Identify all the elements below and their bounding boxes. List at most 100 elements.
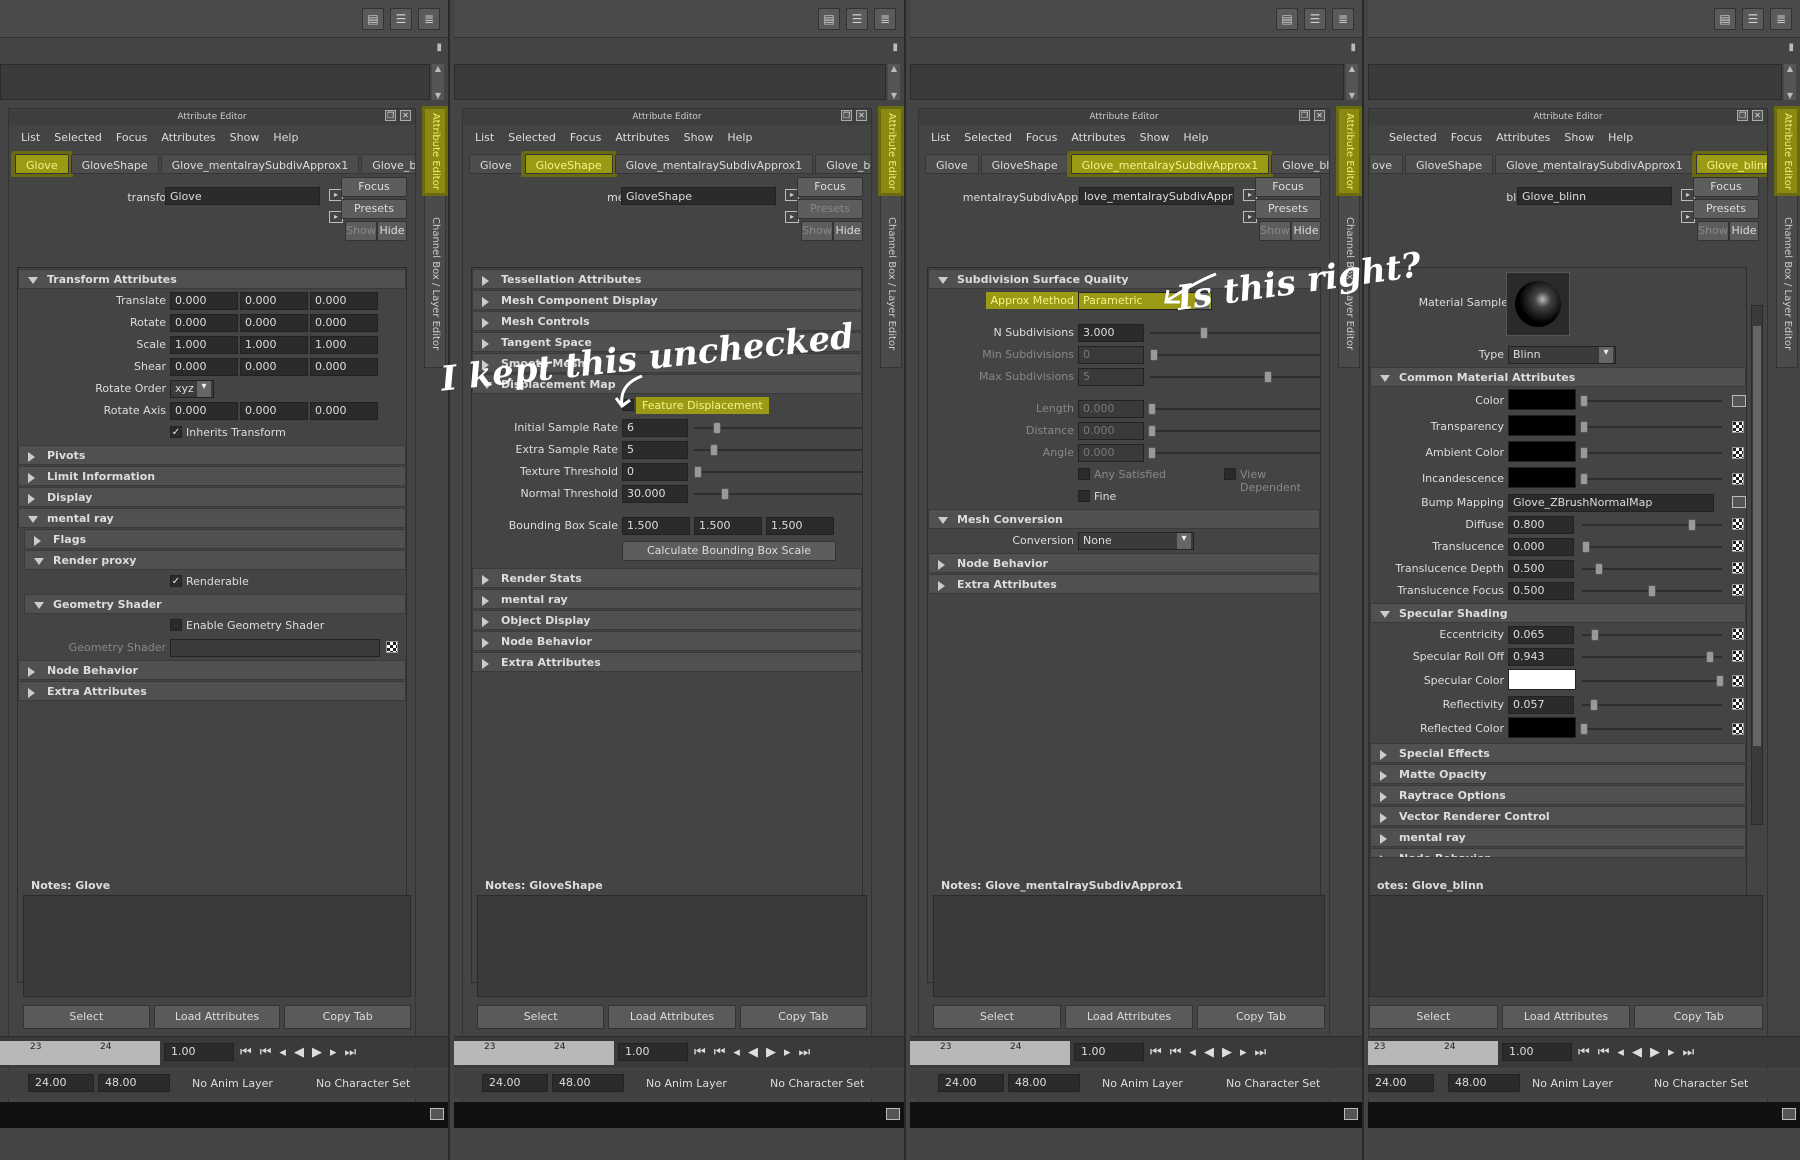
anim-layer-dropdown[interactable]: No Anim Layer bbox=[192, 1077, 273, 1090]
stack-icon[interactable]: ≣ bbox=[874, 8, 896, 30]
menu-list[interactable]: List bbox=[475, 131, 494, 145]
section-mentalray[interactable]: mental ray bbox=[472, 589, 862, 609]
timeline[interactable]: 23 24 1.00 ⏮ ⏮ ◂ ◀ ▶ ▸ ⏭ bbox=[454, 1036, 904, 1068]
slider-track[interactable] bbox=[1150, 332, 1320, 334]
inherits-transform-checkbox[interactable]: ✓ bbox=[170, 426, 182, 438]
command-scroll[interactable]: ▲ ▼ bbox=[1784, 64, 1796, 100]
time-ruler[interactable]: 23 24 bbox=[0, 1041, 160, 1065]
step-back-key-icon[interactable]: ⏮ bbox=[1170, 1045, 1182, 1060]
slider-thumb[interactable] bbox=[1595, 563, 1604, 575]
slider-thumb[interactable] bbox=[1590, 629, 1599, 641]
map-button-icon[interactable] bbox=[1732, 698, 1744, 710]
map-button-icon[interactable] bbox=[1732, 584, 1744, 596]
pin-icon[interactable]: ▮ bbox=[892, 42, 898, 53]
current-frame-field[interactable]: 1.00 bbox=[618, 1043, 688, 1061]
list-icon[interactable]: ☰ bbox=[1742, 8, 1764, 30]
slider-thumb[interactable] bbox=[1589, 699, 1598, 711]
show-button[interactable]: Show bbox=[345, 221, 377, 241]
timeline[interactable]: 23 24 1.00 ⏮ ⏮ ◂ ◀ ▶ ▸ ⏭ bbox=[1368, 1036, 1800, 1068]
attribute-scrollbar[interactable] bbox=[1751, 305, 1763, 825]
tab-gloveshape[interactable]: GloveShape bbox=[1405, 154, 1494, 174]
script-editor-icon[interactable] bbox=[1344, 1108, 1358, 1120]
go-start-icon[interactable]: ⏮ bbox=[1578, 1045, 1590, 1060]
stack-icon[interactable]: ≣ bbox=[1332, 8, 1354, 30]
timeline[interactable]: 23 24 1.00 ⏮ ⏮ ◂ ◀ ▶ ▸ ⏭ bbox=[910, 1036, 1362, 1068]
pin-icon[interactable]: ▮ bbox=[1350, 42, 1356, 53]
command-line[interactable] bbox=[1368, 1102, 1800, 1128]
section-node-behavior[interactable]: Node Behavior bbox=[18, 660, 406, 680]
section-extra[interactable]: Extra Attributes bbox=[18, 681, 406, 701]
menu-selected[interactable]: Selected bbox=[54, 131, 102, 145]
section-special-effects[interactable]: Special Effects bbox=[1370, 743, 1746, 763]
time-ruler[interactable]: 23 24 bbox=[454, 1041, 614, 1065]
range-start-field[interactable]: 24.00 bbox=[28, 1074, 94, 1092]
show-button[interactable]: Show bbox=[1259, 221, 1291, 241]
any-satisfied-checkbox[interactable] bbox=[1078, 468, 1090, 480]
slider-track[interactable] bbox=[1582, 704, 1722, 706]
slider-thumb[interactable] bbox=[1648, 585, 1656, 597]
section-node-behavior[interactable]: Node Behavior bbox=[472, 631, 862, 651]
range-start-field[interactable]: 24.00 bbox=[1368, 1074, 1434, 1092]
section-raytrace-options[interactable]: Raytrace Options bbox=[1370, 785, 1746, 805]
slider-track[interactable] bbox=[1150, 354, 1320, 356]
close-icon[interactable]: ✕ bbox=[856, 110, 867, 121]
script-editor-icon[interactable] bbox=[886, 1108, 900, 1120]
stack-icon[interactable]: ≣ bbox=[418, 8, 440, 30]
current-frame-field[interactable]: 1.00 bbox=[1502, 1043, 1572, 1061]
tab-blinn[interactable]: Glove_blinn bbox=[1695, 154, 1767, 174]
slider-thumb[interactable] bbox=[1716, 675, 1724, 687]
slider-thumb[interactable] bbox=[713, 422, 722, 434]
slider-thumb[interactable] bbox=[1148, 425, 1156, 437]
menu-show[interactable]: Show bbox=[230, 131, 260, 145]
menu-help[interactable]: Help bbox=[727, 131, 752, 145]
slider-track[interactable] bbox=[1150, 430, 1320, 432]
copy-tab-button[interactable]: Copy Tab bbox=[1634, 1005, 1764, 1029]
notes-area[interactable] bbox=[1369, 895, 1763, 997]
command-scroll[interactable]: ▲ ▼ bbox=[432, 64, 444, 100]
side-tab-attribute-editor[interactable]: Attribute Editor bbox=[1339, 109, 1359, 193]
anim-layer-dropdown[interactable]: No Anim Layer bbox=[646, 1077, 727, 1090]
anim-layer-dropdown[interactable]: No Anim Layer bbox=[1532, 1077, 1613, 1090]
menu-focus[interactable]: Focus bbox=[116, 131, 147, 145]
section-node-behavior[interactable]: Node Behavior bbox=[928, 553, 1320, 573]
time-ruler[interactable]: 23 24 bbox=[910, 1041, 1070, 1065]
anim-layer-dropdown[interactable]: No Anim Layer bbox=[1102, 1077, 1183, 1090]
slider-track[interactable] bbox=[1582, 400, 1722, 402]
side-tab-attribute-editor[interactable]: Attribute Editor bbox=[425, 109, 445, 193]
rotate-order-dropdown[interactable]: xyz bbox=[170, 380, 214, 398]
play-back-icon[interactable]: ◀ bbox=[748, 1045, 758, 1060]
step-forward-icon[interactable]: ▸ bbox=[330, 1045, 337, 1060]
play-icon[interactable]: ▶ bbox=[312, 1045, 322, 1060]
slider-thumb[interactable] bbox=[1580, 473, 1588, 485]
go-end-icon[interactable]: ⏭ bbox=[1254, 1045, 1266, 1060]
map-button-icon[interactable] bbox=[1732, 562, 1744, 574]
copy-tab-button[interactable]: Copy Tab bbox=[1197, 1005, 1325, 1029]
slider-track[interactable] bbox=[1150, 408, 1320, 410]
float-icon[interactable]: ❐ bbox=[841, 110, 852, 121]
incandescence-swatch[interactable] bbox=[1508, 467, 1576, 488]
section-node-behavior[interactable]: Node Behavior bbox=[1370, 848, 1746, 858]
map-button-icon[interactable] bbox=[1732, 395, 1746, 407]
command-area[interactable] bbox=[910, 64, 1344, 100]
side-tab-attribute-editor[interactable]: Attribute Editor bbox=[1777, 109, 1797, 193]
tab-subdivapprox[interactable]: Glove_mentalraySubdivApprox1 bbox=[614, 154, 814, 174]
presets-button[interactable]: Presets bbox=[341, 199, 407, 219]
range-end-field[interactable]: 48.00 bbox=[552, 1074, 624, 1092]
section-common-material[interactable]: Common Material Attributes bbox=[1370, 367, 1746, 387]
go-end-icon[interactable]: ⏭ bbox=[1682, 1045, 1694, 1060]
presets-button[interactable]: Presets bbox=[1255, 199, 1321, 219]
geometry-shader-field[interactable] bbox=[170, 639, 380, 657]
load-attributes-button[interactable]: Load Attributes bbox=[153, 1005, 281, 1029]
notes-area[interactable] bbox=[933, 895, 1325, 997]
menu-help[interactable]: Help bbox=[1183, 131, 1208, 145]
slider-thumb[interactable] bbox=[1582, 541, 1590, 553]
map-button-icon[interactable] bbox=[1732, 628, 1744, 640]
slider-track[interactable] bbox=[1582, 656, 1722, 658]
step-back-key-icon[interactable]: ⏮ bbox=[1598, 1045, 1610, 1060]
pin-icon[interactable]: ▮ bbox=[1788, 42, 1794, 53]
menu-selected[interactable]: Selected bbox=[1389, 131, 1437, 145]
stack-icon[interactable]: ≣ bbox=[1770, 8, 1792, 30]
layout-icon[interactable]: ▤ bbox=[818, 8, 840, 30]
section-transform[interactable]: Transform Attributes bbox=[18, 269, 406, 289]
range-start-field[interactable]: 24.00 bbox=[938, 1074, 1004, 1092]
